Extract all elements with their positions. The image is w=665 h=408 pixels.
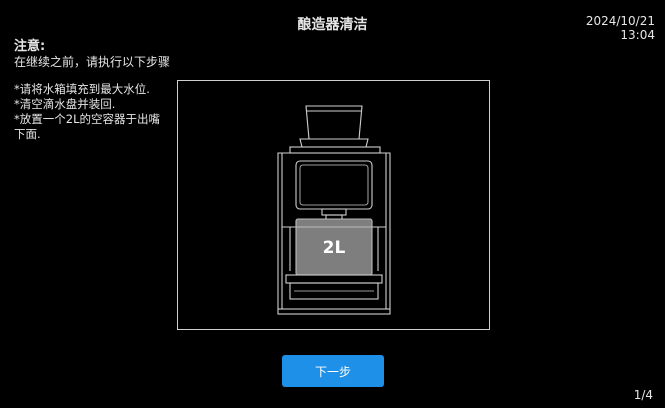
instruction-item: *清空滴水盘并装回. xyxy=(14,97,116,111)
machine-screen-shape xyxy=(295,160,373,210)
coffee-machine-illustration: 2L xyxy=(277,105,391,315)
datetime-display: 2024/10/21 13:04 xyxy=(586,14,655,42)
page-indicator: 1/4 xyxy=(633,388,653,402)
instruction-item: *放置一个2L的空容器于出嘴下面. xyxy=(14,112,160,141)
date-text: 2024/10/21 xyxy=(585,14,655,28)
brewer-cleaning-screen: 酿造器清洁 2024/10/21 13:04 注意: 在继续之前，请执行以下步骤… xyxy=(0,0,665,408)
illustration-frame: 2L xyxy=(177,80,490,330)
time-text: 13:04 xyxy=(620,28,655,42)
next-step-button[interactable]: 下一步 xyxy=(282,355,384,387)
page-title: 酿造器清洁 xyxy=(297,17,368,33)
instruction-item: *请将水箱填充到最大水位. xyxy=(14,82,150,96)
container-label: 2L xyxy=(323,238,346,258)
notice-heading: 注意: xyxy=(14,39,46,54)
drip-tray-shape xyxy=(285,274,383,284)
notice-subheading: 在继续之前，请执行以下步骤 xyxy=(14,55,171,69)
instruction-list: *请将水箱填充到最大水位. *清空滴水盘并装回. *放置一个2L的空容器于出嘴下… xyxy=(14,82,169,142)
